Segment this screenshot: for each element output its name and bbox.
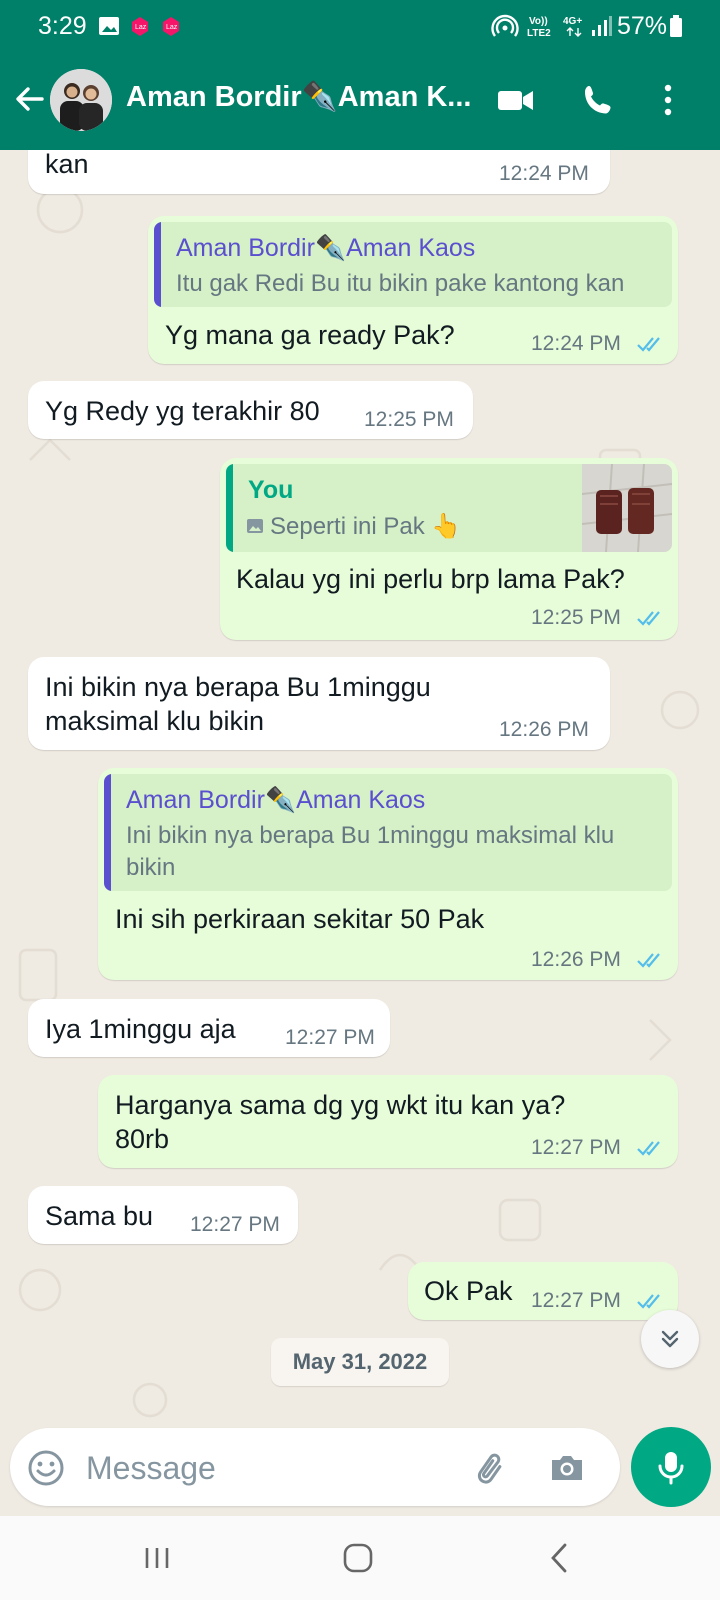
message-input[interactable]: [84, 1448, 468, 1488]
message-incoming[interactable]: Ini bikin nya berapa Bu 1minggu maksimal…: [28, 657, 610, 750]
message-outgoing[interactable]: Aman Bordir✒️Aman Kaos Ini bikin nya ber…: [98, 768, 678, 980]
message-composer: [10, 1428, 620, 1506]
more-options-icon[interactable]: [646, 78, 690, 122]
message-text-line: Harganya sama dg yg wkt itu kan ya?: [115, 1090, 566, 1120]
battery-percentage: 57%: [617, 12, 668, 40]
quote-bar: [104, 774, 111, 891]
contact-avatar[interactable]: [50, 69, 112, 131]
message-text: Yg Redy yg terakhir 80: [45, 396, 320, 426]
system-navigation-bar: [0, 1516, 720, 1600]
svg-text:4G+: 4G+: [563, 16, 582, 27]
4g-icon: 4G+: [563, 16, 582, 37]
read-receipt-icon: [637, 1141, 660, 1156]
photo-icon: [247, 519, 263, 533]
message-text: Ok Pak: [424, 1276, 513, 1306]
message-time: 12:26 PM: [499, 718, 589, 741]
volte-icon: Vo))LTE2: [527, 16, 551, 38]
recent-apps-icon[interactable]: [135, 1536, 179, 1580]
quoted-message[interactable]: Aman Bordir✒️Aman Kaos Ini bikin nya ber…: [104, 774, 672, 891]
message-time: 12:27 PM: [531, 1289, 621, 1312]
mic-icon: [658, 1452, 684, 1485]
quote-bar: [154, 222, 161, 307]
message-incoming[interactable]: Sama bu 12:27 PM: [28, 1186, 298, 1244]
message-time: 12:27 PM: [190, 1213, 280, 1236]
home-icon[interactable]: [336, 1536, 380, 1580]
message-text-line: Ini bikin nya berapa Bu 1minggu: [45, 672, 431, 702]
avatar-image: [50, 69, 112, 131]
status-bar: 3:29 Laz Laz Vo)) LTE2 4G+ 57%: [0, 0, 720, 52]
svg-text:LTE2: LTE2: [527, 28, 551, 38]
quoted-message[interactable]: Aman Bordir✒️Aman Kaos Itu gak Redi Bu i…: [154, 222, 672, 307]
emoji-icon[interactable]: [26, 1448, 66, 1488]
read-receipt-icon: [637, 337, 660, 352]
message-time: 12:24 PM: [499, 162, 589, 185]
attach-icon[interactable]: [472, 1448, 512, 1488]
quote-author: You: [248, 476, 294, 504]
phone-icon[interactable]: [576, 78, 620, 122]
camera-icon[interactable]: [547, 1448, 587, 1488]
message-text: kan: [45, 150, 89, 179]
quote-text-line: Ini bikin nya berapa Bu 1minggu maksimal…: [126, 822, 615, 849]
message-time: 12:25 PM: [531, 606, 621, 629]
message-outgoing[interactable]: You Seperti ini Pak 👆 Kalau yg ini perlu…: [220, 458, 678, 640]
message-time: 12:24 PM: [531, 332, 621, 355]
quote-author: Aman Bordir✒️Aman Kaos: [176, 234, 476, 262]
back-arrow-icon[interactable]: [12, 82, 46, 116]
quote-text: Itu gak Redi Bu itu bikin pake kantong k…: [176, 270, 625, 297]
voice-record-button[interactable]: [631, 1427, 711, 1507]
lazada-icon: Laz: [163, 17, 179, 36]
svg-text:Vo)): Vo)): [529, 16, 548, 27]
signal-icon: [592, 16, 612, 36]
chat-header: Aman Bordir✒️Aman K...: [0, 52, 720, 150]
message-text: Ini sih perkiraan sekitar 50 Pak: [115, 904, 485, 934]
quote-text-line: bikin: [126, 854, 176, 881]
battery-icon: [670, 15, 682, 37]
message-time: 12:25 PM: [364, 408, 454, 431]
gallery-icon: [99, 17, 119, 35]
message-text: Yg mana ga ready Pak?: [165, 320, 455, 350]
quoted-message[interactable]: You Seperti ini Pak 👆: [226, 464, 672, 552]
message-time: 12:27 PM: [285, 1026, 375, 1049]
message-incoming[interactable]: Iya 1minggu aja 12:27 PM: [28, 999, 390, 1057]
svg-text:Laz: Laz: [135, 24, 147, 31]
message-outgoing[interactable]: Harganya sama dg yg wkt itu kan ya? 80rb…: [98, 1075, 678, 1168]
read-receipt-icon: [637, 1294, 660, 1309]
chat-messages[interactable]: kan 12:24 PM Aman Bordir✒️Aman Kaos Itu …: [0, 150, 720, 1430]
quote-bar: [226, 464, 233, 552]
message-outgoing[interactable]: Aman Bordir✒️Aman Kaos Itu gak Redi Bu i…: [148, 216, 678, 364]
read-receipt-icon: [637, 953, 660, 968]
quote-text: Seperti ini Pak 👆: [270, 513, 462, 540]
read-receipt-icon: [637, 611, 660, 626]
video-call-icon[interactable]: [494, 78, 538, 122]
message-incoming[interactable]: Yg Redy yg terakhir 80 12:25 PM: [28, 381, 473, 439]
status-time: 3:29: [38, 12, 87, 40]
quoted-photo-thumbnail: [582, 464, 672, 552]
double-chevron-down-icon: [661, 1330, 679, 1348]
scroll-to-bottom-button[interactable]: [641, 1310, 699, 1368]
quote-author: Aman Bordir✒️Aman Kaos: [126, 786, 426, 814]
message-outgoing[interactable]: Ok Pak 12:27 PM: [408, 1262, 678, 1320]
back-icon[interactable]: [538, 1536, 582, 1580]
contact-name[interactable]: Aman Bordir✒️Aman K...: [126, 80, 476, 114]
message-text: Iya 1minggu aja: [45, 1014, 236, 1044]
message-text-line: 80rb: [115, 1124, 170, 1154]
message-time: 12:26 PM: [531, 948, 621, 971]
date-separator: May 31, 2022: [271, 1338, 449, 1386]
message-text-line: maksimal klu bikin: [45, 706, 265, 736]
svg-text:Laz: Laz: [166, 24, 178, 31]
message-incoming[interactable]: kan 12:24 PM: [28, 150, 610, 194]
hotspot-icon: [491, 14, 519, 37]
message-time: 12:27 PM: [531, 1136, 621, 1159]
lazada-icon: Laz: [132, 17, 148, 36]
message-text: Sama bu: [45, 1201, 154, 1231]
message-text: Kalau yg ini perlu brp lama Pak?: [236, 564, 625, 594]
